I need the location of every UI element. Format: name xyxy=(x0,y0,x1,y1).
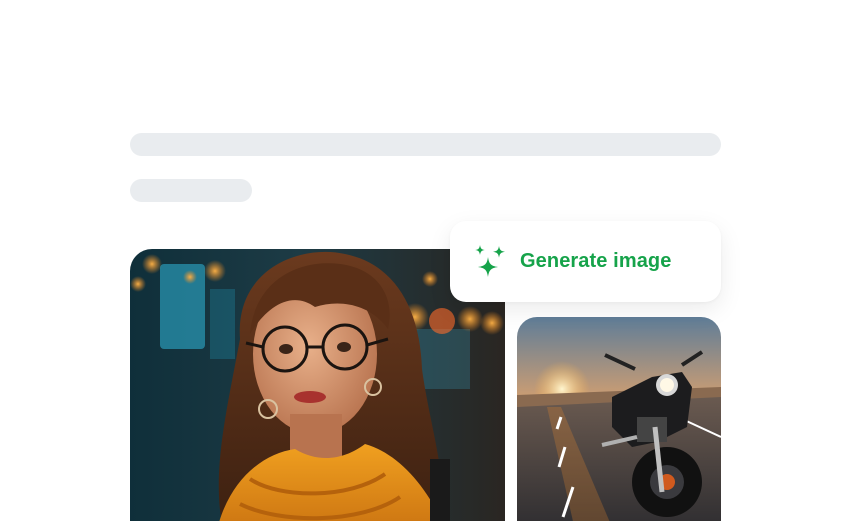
skeleton-line-short xyxy=(130,179,252,202)
motorcycle-image[interactable] xyxy=(517,317,721,521)
sparkles-icon xyxy=(475,244,505,277)
generate-image-button[interactable]: Generate image xyxy=(450,221,721,302)
portrait-image[interactable] xyxy=(130,249,505,521)
skeleton-line xyxy=(130,133,721,156)
generate-image-label: Generate image xyxy=(520,250,672,272)
